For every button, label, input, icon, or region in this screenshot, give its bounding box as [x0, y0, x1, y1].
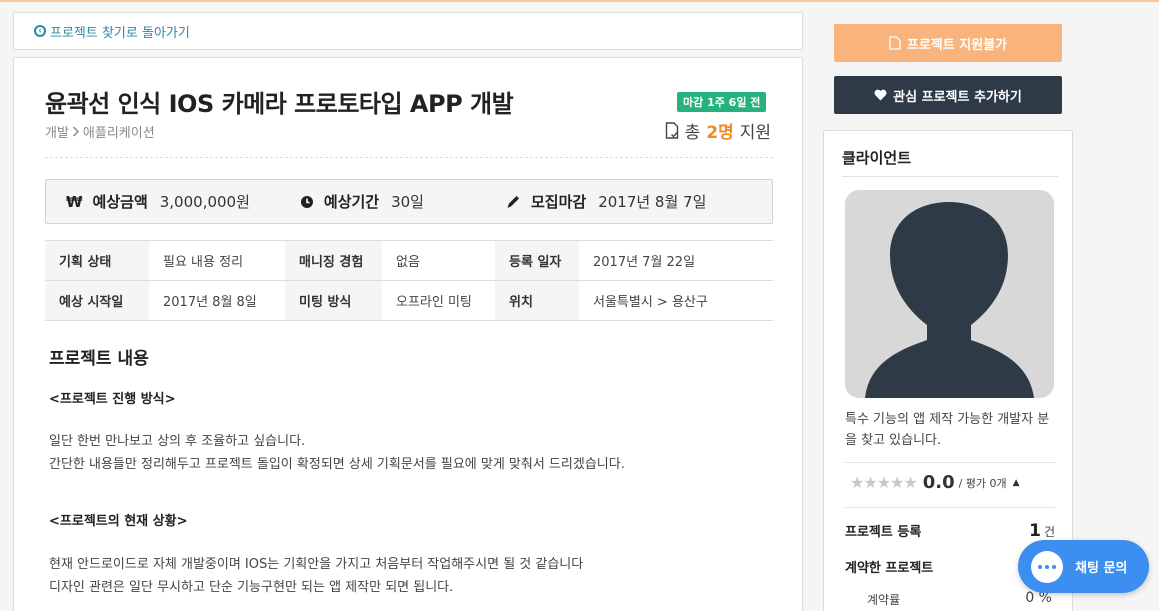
won-icon: ₩	[66, 192, 83, 211]
content-subheading: <프로젝트의 현재 상황>	[49, 514, 188, 529]
applicants-count: 2명	[706, 123, 734, 143]
add-interest-button[interactable]: 관심 프로젝트 추가하기	[834, 76, 1062, 114]
deadline-item: 모집마감 2017년 8월 7일	[506, 191, 706, 212]
deadline-label: 모집마감	[530, 193, 587, 211]
applicant-count: 총 2명 지원	[665, 118, 771, 143]
applicants-suffix: 지원	[739, 123, 771, 143]
table-cell: 필요 내용 정리	[149, 240, 285, 281]
page-title: 윤곽선 인식 IOS 카메라 프로토타입 APP 개발	[45, 90, 514, 118]
deadline-value: 2017년 8월 7일	[598, 193, 707, 211]
client-heading: 클라이언트	[842, 149, 912, 167]
back-link-label: 프로젝트 찾기로 돌아가기	[50, 25, 190, 41]
budget-label: 예상금액	[92, 193, 148, 211]
stat-contract-rate-label: 계약률	[867, 593, 901, 607]
arrow-left-circle-icon: ‹	[34, 25, 46, 37]
client-description: 특수 기능의 앱 제작 가능한 개발자 분을 찾고 있습니다.	[845, 412, 1050, 448]
pencil-icon	[506, 194, 521, 209]
period-label: 예상기간	[323, 193, 380, 211]
table-cell: 없음	[382, 240, 495, 281]
stat-label: 프로젝트 등록	[845, 525, 922, 540]
table-header-cell: 미팅 방식	[285, 280, 382, 321]
rating-score: 0.0	[922, 472, 955, 493]
period-value: 30일	[391, 193, 424, 211]
add-interest-label: 관심 프로젝트 추가하기	[893, 89, 1022, 105]
project-summary-box: ₩ 예상금액 3,000,000원 예상기간 30일 모집마감 2017년 8월…	[45, 179, 773, 224]
divider	[45, 157, 773, 158]
table-row: 기획 상태 필요 내용 정리 매니징 경험 없음 등록 일자 2017년 7월 …	[45, 240, 773, 281]
client-rating[interactable]: ★★★★★ 0.0 / 평가 0개 ▲	[850, 472, 1020, 493]
chat-inquiry-button[interactable]: 채팅 문의	[1018, 540, 1149, 593]
chat-bubble-icon	[1031, 550, 1063, 583]
content-line: 디자인 관련은 일단 무시하고 단순 기능구현만 되는 앱 제작만 되면 됩니다…	[49, 580, 454, 595]
table-header-cell: 기획 상태	[45, 240, 149, 281]
content-line: 현재 안드로이드로 자체 개발중이며 IOS는 기획안을 가지고 처음부터 작업…	[49, 557, 584, 572]
document-icon	[889, 36, 901, 50]
applicants-prefix: 총	[684, 123, 701, 143]
table-header-cell: 등록 일자	[495, 240, 579, 281]
table-header-cell: 위치	[495, 280, 579, 321]
content-paragraph: 일단 한번 만나보고 상의 후 조율하고 싶습니다. 간단한 내용들만 정리해두…	[49, 430, 625, 476]
chevron-right-icon	[72, 126, 79, 137]
caret-up-icon: ▲	[1012, 477, 1020, 488]
apply-button[interactable]: 프로젝트 지원불가	[834, 24, 1062, 62]
chat-button-label: 채팅 문의	[1075, 561, 1128, 576]
content-paragraph: 현재 안드로이드로 자체 개발중이며 IOS는 기획안을 가지고 처음부터 작업…	[49, 553, 583, 599]
divider	[845, 462, 1055, 463]
breadcrumb-item[interactable]: 애플리케이션	[83, 122, 155, 141]
table-cell: 오프라인 미팅	[382, 280, 495, 321]
client-card: 클라이언트 특수 기능의 앱 제작 가능한 개발자 분을 찾고 있습니다. ★★…	[823, 130, 1073, 611]
budget-item: ₩ 예상금액 3,000,000원	[66, 191, 250, 212]
apply-button-label: 프로젝트 지원불가	[906, 37, 1008, 53]
table-header-cell: 예상 시작일	[45, 280, 149, 321]
document-icon	[665, 122, 679, 139]
clock-icon	[300, 195, 314, 209]
content-section-title: 프로젝트 내용	[49, 349, 149, 369]
back-to-projects-link[interactable]: ‹ 프로젝트 찾기로 돌아가기	[13, 12, 803, 50]
period-item: 예상기간 30일	[300, 191, 424, 212]
budget-value: 3,000,000원	[159, 193, 250, 211]
deadline-badge: 마감 1주 6일 전	[677, 92, 767, 112]
divider	[842, 176, 1058, 177]
content-line: 간단한 내용들만 정리해두고 프로젝트 돌입이 확정되면 상세 기획문서를 필요…	[49, 457, 625, 472]
breadcrumb: 개발 애플리케이션	[45, 122, 155, 141]
heart-icon	[874, 89, 887, 101]
table-cell: 2017년 8월 8일	[149, 280, 285, 321]
default-avatar-icon	[865, 202, 1034, 398]
content-line: 일단 한번 만나보고 상의 후 조율하고 싶습니다.	[49, 434, 306, 449]
top-accent-line	[0, 0, 1159, 2]
table-cell: 2017년 7월 22일	[579, 240, 773, 281]
divider	[845, 507, 1055, 508]
project-info-table: 기획 상태 필요 내용 정리 매니징 경험 없음 등록 일자 2017년 7월 …	[45, 240, 773, 321]
breadcrumb-item[interactable]: 개발	[45, 122, 69, 141]
stat-label: 계약한 프로젝트	[845, 561, 934, 576]
rating-stars-icon: ★★★★★	[850, 473, 918, 492]
table-header-cell: 매니징 경험	[285, 240, 382, 281]
project-detail-card: 윤곽선 인식 IOS 카메라 프로토타입 APP 개발 마감 1주 6일 전 개…	[13, 57, 803, 611]
stat-registered: 프로젝트 등록 1건	[845, 521, 1055, 541]
avatar	[845, 190, 1054, 398]
content-subheading: <프로젝트 진행 방식>	[49, 392, 176, 407]
stat-value: 1	[1029, 521, 1041, 541]
stat-unit: 건	[1043, 525, 1055, 539]
table-row: 예상 시작일 2017년 8월 8일 미팅 방식 오프라인 미팅 위치 서울특별…	[45, 280, 773, 321]
rating-count: / 평가 0개	[958, 476, 1007, 490]
table-cell: 서울특별시 > 용산구	[579, 280, 773, 321]
